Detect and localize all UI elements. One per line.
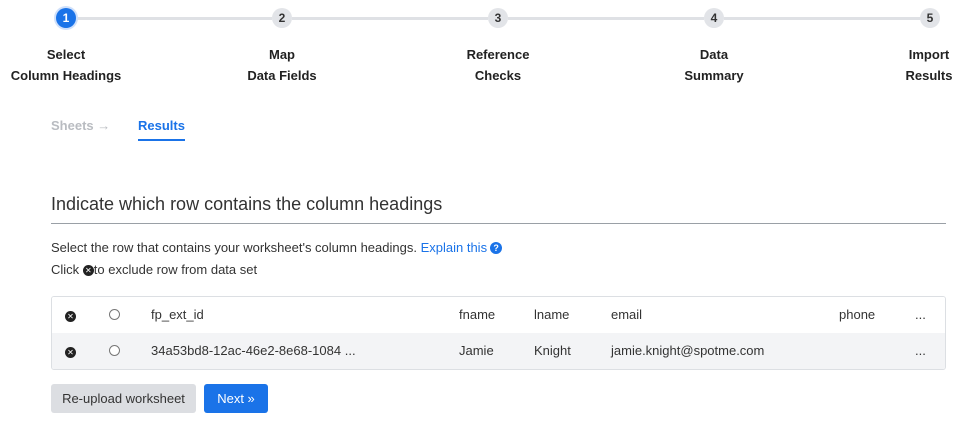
instruction-label: Select the row that contains your worksh… [51,240,417,255]
exclude-prefix: Click [51,262,80,277]
cell-more: ... [915,307,926,322]
help-icon[interactable]: ? [490,242,503,254]
step-4-label-line2: Summary [684,68,744,83]
step-5-indicator[interactable]: 5 [920,8,940,28]
step-3-label: Reference Checks [438,44,558,86]
header-row-radio[interactable] [109,309,120,320]
step-4-indicator[interactable]: 4 [704,8,724,28]
step-connector [292,17,488,20]
step-3-label-line1: Reference [466,47,530,62]
step-2-label-line1: Map [269,47,295,62]
step-4-label: Data Summary [654,44,774,86]
step-connector [508,17,704,20]
worksheet-preview-table: ✕ fp_ext_id fname lname email phone ... … [51,296,946,370]
header-row-radio[interactable] [109,345,120,356]
step-2-indicator[interactable]: 2 [272,8,292,28]
step-5-label-line2: Results [905,68,953,83]
cell-email: email [611,307,643,322]
exclude-icon: ✕ [82,265,94,276]
table-row[interactable]: ✕ fp_ext_id fname lname email phone ... [52,297,945,333]
instruction-text: Select the row that contains your worksh… [51,240,503,255]
cell-lname: Knight [534,343,571,358]
reupload-worksheet-button[interactable]: Re-upload worksheet [51,384,196,413]
cell-more: ... [915,343,926,358]
exclude-row-icon[interactable]: ✕ [65,347,76,358]
exclude-row-button[interactable]: ✕ [65,333,76,369]
exclude-instruction: Click ✕ to exclude row from data set [51,262,257,277]
step-2-label-line2: Data Fields [247,68,317,83]
cell-fname: fname [459,307,496,322]
cell-fp-ext-id: 34a53bd8-12ac-46e2-8e68-1084 ... [151,343,356,358]
step-5-label: Import Results [896,44,962,86]
step-connector [724,17,920,20]
next-button[interactable]: Next » [204,384,268,413]
cell-lname: lname [534,307,570,322]
step-1-label: Select Column Headings [6,44,126,86]
step-3-label-line2: Checks [474,68,522,83]
progress-stepper: 1 2 3 4 5 Select Column Headings Map Dat… [0,0,962,100]
step-connector [76,17,272,20]
cell-fname: Jamie [459,343,494,358]
step-1-label-line1: Select [46,47,86,62]
exclude-row-button[interactable]: ✕ [65,297,76,333]
table-row[interactable]: ✕ 34a53bd8-12ac-46e2-8e68-1084 ... Jamie… [52,333,945,369]
step-1-label-line2: Column Headings [10,68,122,83]
step-2-label: Map Data Fields [222,44,342,86]
step-5-label-line1: Import [908,47,950,62]
section-title: Indicate which row contains the column h… [51,194,946,224]
explain-link[interactable]: Explain this [421,240,487,255]
tab-results[interactable]: Results [138,118,185,141]
step-3-indicator[interactable]: 3 [488,8,508,28]
step-4-label-line1: Data [699,47,729,62]
cell-email: jamie.knight@spotme.com [611,343,765,358]
step-1-indicator[interactable]: 1 [56,8,76,28]
cell-fp-ext-id: fp_ext_id [151,307,204,322]
cell-phone: phone [839,307,876,322]
tab-sheets[interactable]: Sheets → [51,118,110,133]
exclude-row-icon[interactable]: ✕ [65,311,76,322]
exclude-suffix: to exclude row from data set [93,262,258,277]
